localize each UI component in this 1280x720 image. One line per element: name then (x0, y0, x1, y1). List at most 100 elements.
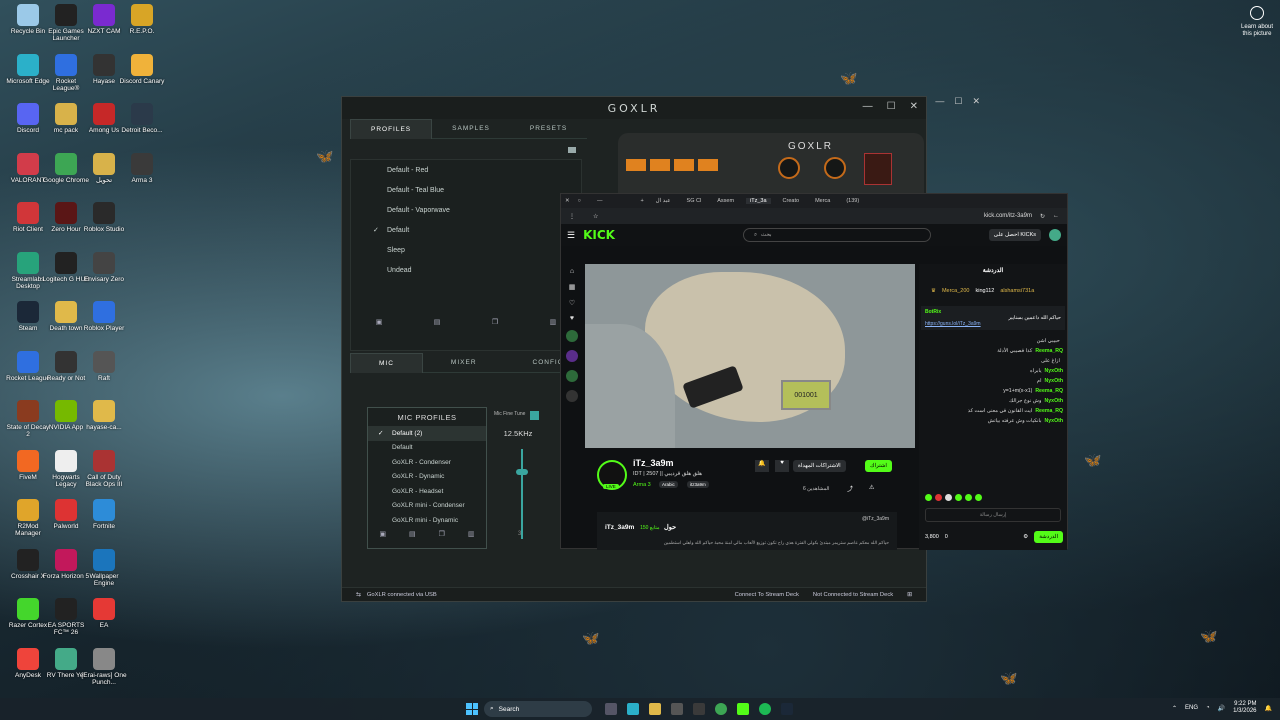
emote-icon[interactable] (975, 494, 982, 501)
desktop-icon[interactable]: [Erai-raws] One Punch... (80, 647, 128, 686)
taskbar-search[interactable]: ⌕ Search (484, 701, 592, 717)
tab-actions-icon[interactable]: ○ (578, 198, 581, 204)
avatar[interactable] (1049, 229, 1061, 241)
channel-avatar[interactable] (566, 370, 578, 382)
desktop-icon[interactable]: Roblox Player (80, 301, 128, 332)
slider-thumb[interactable] (516, 469, 528, 475)
language[interactable]: ENG (1185, 705, 1198, 711)
following-icon[interactable]: ♡ (569, 299, 575, 307)
app-icon[interactable] (671, 703, 683, 715)
new-tab-icon[interactable]: + (640, 198, 643, 204)
tab-samples[interactable]: SAMPLES (432, 119, 510, 139)
tab-presets[interactable]: PRESETS (509, 119, 588, 139)
knob[interactable] (778, 157, 800, 179)
chat-input[interactable]: إرسال رسالة (925, 508, 1061, 522)
share-icon[interactable]: ⤴ (847, 484, 853, 493)
chat-send-button[interactable]: الدردشة (1034, 531, 1063, 543)
chat-message[interactable]: NyxOth بانكيات وش عرفته بياتش (919, 416, 1067, 426)
new-icon[interactable]: ▤ (434, 318, 441, 326)
browser-tab[interactable]: Merca (811, 198, 834, 204)
profile-item[interactable]: Default - Red (351, 160, 581, 180)
start-button[interactable] (466, 703, 478, 715)
close-icon[interactable]: ✕ (972, 96, 980, 108)
chat-message[interactable]: NyxOth وش نوع جرالك (919, 396, 1067, 406)
browser-tab[interactable]: SG Cl (683, 198, 706, 204)
stream-video[interactable]: 001001 (585, 264, 915, 448)
emote-icon[interactable] (945, 494, 952, 501)
desktop-icon[interactable]: Wallpaper Engine (80, 548, 128, 587)
top-user[interactable]: king112 (975, 288, 994, 294)
star-icon[interactable]: ☆ (593, 213, 598, 220)
profile-item[interactable]: Sleep (351, 240, 581, 260)
app-icon[interactable] (737, 703, 749, 715)
profile-item[interactable]: ✓ Default (351, 220, 581, 240)
minimize-icon[interactable]: — (597, 198, 603, 204)
chat-message[interactable]: NyxOth يابراه (919, 366, 1067, 376)
fine-tune-toggle[interactable] (530, 411, 539, 420)
steam-icon[interactable] (781, 703, 793, 715)
close-icon[interactable]: ✕ (565, 198, 570, 204)
url-text[interactable]: kick.com/itz-3a9m (984, 213, 1032, 219)
channel-avatar[interactable] (566, 330, 578, 342)
task-view-icon[interactable] (605, 703, 617, 715)
chat-message[interactable]: Reema_RQ كذا فصيبي الأدلة (919, 346, 1067, 356)
report-icon[interactable]: ⚠ (869, 484, 874, 491)
emote-icon[interactable] (955, 494, 962, 501)
home-icon[interactable]: ⌂ (570, 268, 574, 275)
save-icon[interactable]: ▣ (379, 530, 386, 538)
new-icon[interactable]: ▤ (409, 530, 416, 538)
pinned-message[interactable]: BotRix حياكم الله داعمين بسنايبر https:/… (921, 306, 1065, 330)
pinned-link[interactable]: https://guns.lol/iTz_3a9m (925, 321, 1061, 327)
browser-tab[interactable]: عبد ال (652, 198, 675, 204)
close-icon[interactable]: ✕ (910, 101, 918, 112)
tag[interactable]: itz3a9m (687, 481, 709, 488)
frequency-slider[interactable] (521, 449, 523, 539)
grid-icon[interactable]: ⊞ (907, 592, 912, 598)
browser-tab[interactable]: Assem (713, 198, 738, 204)
channel-avatar[interactable] (566, 350, 578, 362)
save-icon[interactable]: ▣ (376, 318, 383, 326)
edge-icon[interactable] (627, 703, 639, 715)
volume-icon[interactable]: 🔊 (1218, 705, 1225, 712)
notification-icon[interactable]: 🔔 (1265, 705, 1272, 712)
settings-icon[interactable]: ⚙ (1023, 534, 1028, 540)
hamburger-icon[interactable]: ☰ (567, 230, 575, 241)
pad[interactable] (650, 159, 670, 171)
chat-message[interactable]: Reema_RQ y=1+m(x-x1) (919, 386, 1067, 396)
kick-logo[interactable]: KICK (583, 228, 615, 242)
desktop-icon[interactable]: Call of Duty Black Ops III (80, 449, 128, 488)
chrome-icon[interactable] (715, 703, 727, 715)
desktop-icon[interactable]: Envisary Zero (80, 251, 128, 283)
folder-icon[interactable] (568, 147, 576, 153)
delete-icon[interactable]: ▥ (550, 318, 557, 326)
top-user[interactable]: Merca_200 (942, 288, 970, 294)
chat-message[interactable]: حبيبي اشن (919, 336, 1067, 346)
browser-tab-active[interactable]: iTz_3a (746, 198, 771, 204)
profile-item[interactable]: Default - Teal Blue (351, 180, 581, 200)
file-explorer-icon[interactable] (649, 703, 661, 715)
desktop-icon[interactable]: Fortnite (80, 499, 128, 530)
heart-button[interactable]: ♥ (775, 460, 789, 472)
tab-mic[interactable]: MIC (350, 353, 423, 373)
mic-profile-item[interactable]: GoXLR - Condenser (368, 455, 486, 470)
game-category[interactable]: Arma 3 (633, 482, 651, 488)
desktop-icon[interactable]: Roblox Studio (80, 202, 128, 233)
maximize-icon[interactable]: ☐ (887, 101, 896, 112)
tag[interactable]: Arabic (659, 481, 678, 488)
clock[interactable]: 9:22 PM 1/3/2026 (1233, 701, 1256, 715)
mic-profile-item[interactable]: GoXLR - Headset (368, 484, 486, 499)
emote-icon[interactable] (925, 494, 932, 501)
emote-icon[interactable] (965, 494, 972, 501)
mic-profile-item[interactable]: GoXLR mini - Condenser (368, 499, 486, 514)
app-icon[interactable] (693, 703, 705, 715)
points-balance[interactable]: 0 (945, 534, 948, 540)
tab-profiles[interactable]: PROFILES (350, 119, 433, 139)
gift-subs-button[interactable]: الاشتراكات المهداة (793, 460, 846, 472)
copy-icon[interactable]: ❐ (492, 318, 498, 326)
browser-tab[interactable]: (139) (842, 198, 863, 204)
channel-name[interactable]: iTz_3a9m (633, 458, 674, 468)
chat-message[interactable]: Reema_RQ ايت القانون في معنى است كذ (919, 406, 1067, 416)
desktop-icon[interactable]: hayase-ca... (80, 400, 128, 431)
pad[interactable] (698, 159, 718, 171)
kicks-balance[interactable]: 3,800 (925, 534, 939, 540)
